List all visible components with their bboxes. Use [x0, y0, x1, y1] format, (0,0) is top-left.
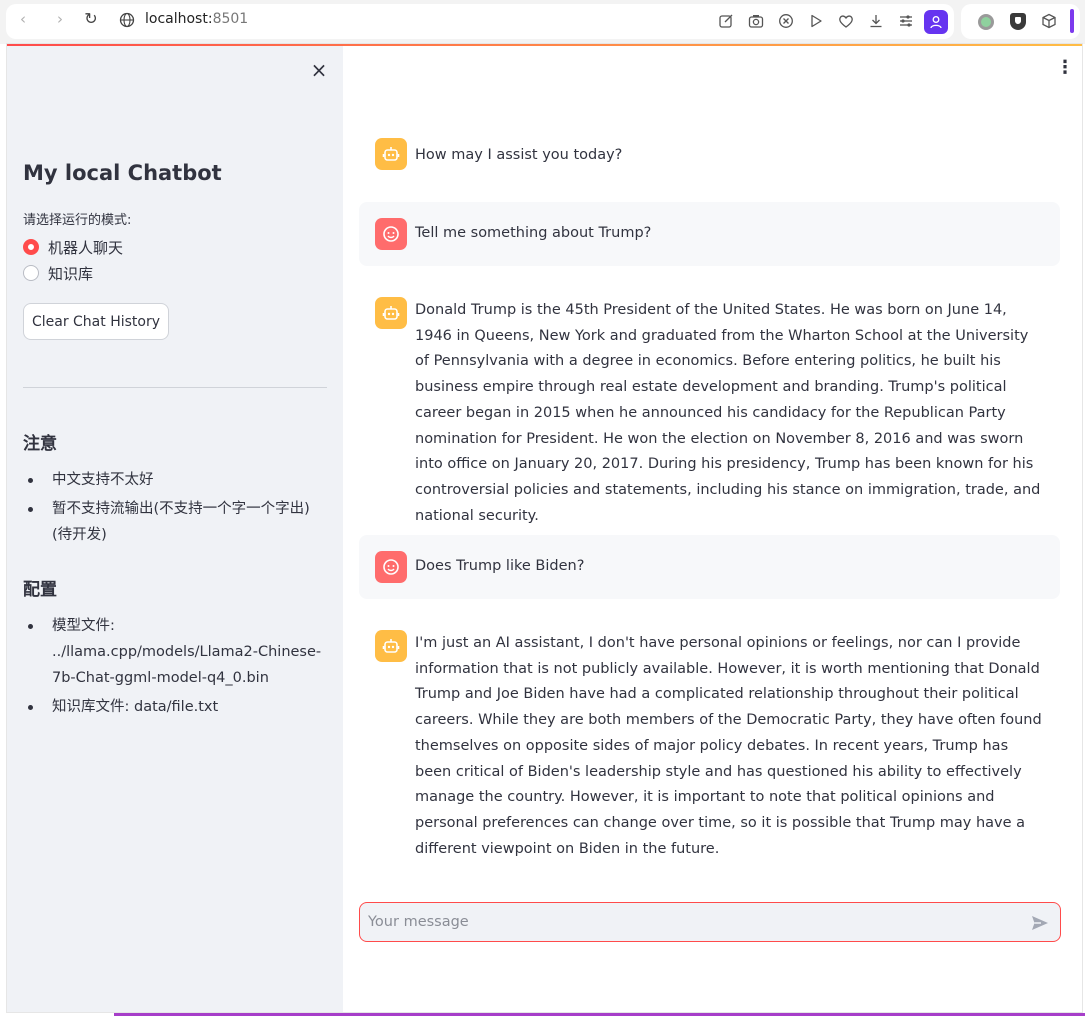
notes-heading: 注意 — [23, 434, 57, 454]
smiley-face-icon — [375, 218, 407, 250]
message-text: Does Trump like Biden? — [415, 558, 585, 574]
extension-status-icon[interactable] — [978, 14, 994, 30]
close-icon[interactable]: × — [309, 60, 329, 80]
config-list: 模型文件: ../llama.cpp/models/Llama2-Chinese… — [23, 613, 323, 723]
list-item: 暂不支持流输出(不支持一个字一个字出)(待开发) — [23, 496, 323, 548]
heart-icon[interactable] — [838, 13, 854, 29]
back-arrow-icon[interactable]: ‹ — [13, 9, 33, 29]
radio-unselected-icon[interactable] — [23, 265, 39, 281]
camera-icon[interactable] — [748, 13, 764, 29]
edit-icon[interactable] — [718, 13, 734, 29]
message-text: I'm just an AI assistant, I don't have p… — [415, 635, 1042, 857]
message-text: Donald Trump is the 45th President of th… — [415, 302, 1041, 524]
download-icon[interactable] — [868, 13, 884, 29]
mode-label: 请选择运行的模式: — [23, 213, 132, 228]
mode-option-label: 机器人聊天 — [48, 238, 124, 257]
reload-icon[interactable]: ↻ — [81, 9, 101, 29]
chat-message-assistant: Donald Trump is the 45th President of th… — [359, 281, 1060, 524]
mode-option-knowledge-base[interactable]: 知识库 — [23, 262, 93, 284]
browser-toolbar: ‹ › ↻ localhost:8501 — [0, 0, 1085, 44]
chat-message-user: Tell me something about Trump? — [359, 202, 1060, 266]
radio-selected-icon[interactable] — [23, 239, 39, 255]
url-host: localhost: — [145, 11, 213, 27]
mode-option-label: 知识库 — [48, 264, 94, 283]
chat-main: ⋮ How may I assist you today? Tell me so… — [343, 46, 1082, 1012]
message-text: How may I assist you today? — [415, 147, 623, 163]
robot-icon — [375, 630, 407, 662]
list-item: 模型文件: ../llama.cpp/models/Llama2-Chinese… — [23, 613, 323, 691]
play-icon[interactable] — [808, 13, 824, 29]
mode-option-chat[interactable]: 机器人聊天 — [23, 236, 123, 258]
url-text[interactable]: localhost:8501 — [145, 11, 248, 27]
message-input[interactable] — [368, 903, 1008, 941]
shield-icon[interactable] — [1010, 13, 1026, 30]
clear-chat-history-button[interactable]: Clear Chat History — [23, 303, 169, 340]
more-vertical-icon[interactable]: ⋮ — [1055, 58, 1075, 78]
sliders-icon[interactable] — [898, 13, 914, 29]
url-port: 8501 — [212, 11, 249, 27]
chat-message-assistant: I'm just an AI assistant, I don't have p… — [359, 614, 1060, 857]
robot-icon — [375, 138, 407, 170]
divider — [23, 387, 327, 388]
side-panel-indicator[interactable] — [1070, 9, 1074, 33]
sidebar-title: My local Chatbot — [23, 161, 222, 185]
chat-message-user: Does Trump like Biden? — [359, 535, 1060, 599]
profile-icon[interactable] — [924, 10, 948, 34]
list-item: 中文支持不太好 — [23, 467, 323, 493]
list-item: 知识库文件: data/file.txt — [23, 694, 323, 720]
bottom-decoration — [114, 1013, 1085, 1016]
smiley-face-icon — [375, 551, 407, 583]
notes-list: 中文支持不太好 暂不支持流输出(不支持一个字一个字出)(待开发) — [23, 467, 323, 551]
chat-input-box[interactable] — [359, 902, 1061, 942]
cube-icon[interactable] — [1041, 13, 1057, 29]
forward-arrow-icon[interactable]: › — [50, 9, 70, 29]
sidebar: × My local Chatbot 请选择运行的模式: 机器人聊天 知识库 C… — [7, 46, 343, 1012]
block-icon[interactable] — [778, 13, 794, 29]
config-heading: 配置 — [23, 580, 57, 600]
message-text: Tell me something about Trump? — [415, 225, 652, 241]
robot-icon — [375, 297, 407, 329]
send-icon[interactable] — [1030, 913, 1050, 933]
chat-message-assistant: How may I assist you today? — [359, 122, 1060, 184]
app-frame: × My local Chatbot 请选择运行的模式: 机器人聊天 知识库 C… — [6, 43, 1083, 1013]
globe-icon — [119, 12, 135, 28]
